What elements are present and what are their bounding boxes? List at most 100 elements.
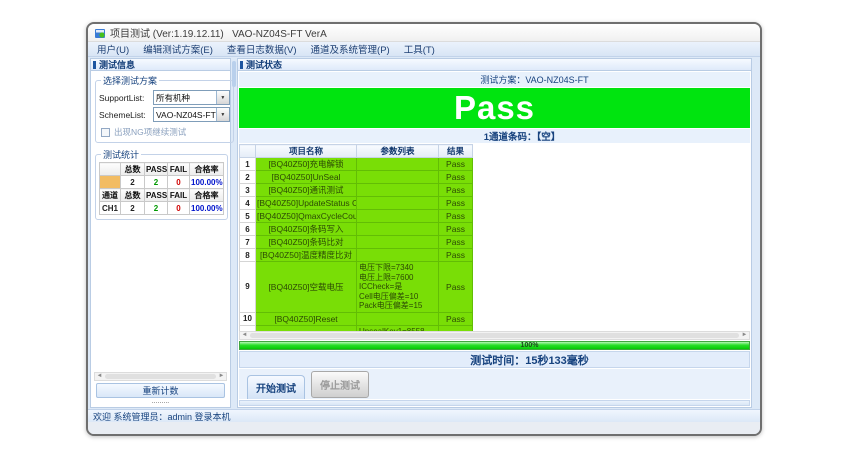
item-result: Pass [439, 262, 473, 313]
splitter-handle-icon[interactable] [232, 61, 236, 87]
item-params [357, 312, 439, 325]
item-name: [BQ40Z50]条码比对 [256, 236, 357, 249]
menu-item-3[interactable]: 通道及系统管理(P) [304, 42, 397, 56]
channel-name: CH1 [100, 202, 121, 215]
item-name: [BQ40Z50]UnSeal [256, 171, 357, 184]
item-result: Pass [439, 171, 473, 184]
app-icon [94, 27, 106, 39]
scheme-name-line: 测试方案：VAO-NZ04S-FT [239, 72, 750, 87]
table-row[interactable]: 7[BQ40Z50]条码比对 Pass [240, 236, 473, 249]
recount-dots: ......... [94, 398, 227, 406]
table-row[interactable]: 2[BQ40Z50]UnSealPass [240, 171, 473, 184]
scheme-group-title: 选择测试方案 [101, 74, 159, 87]
schemelist-value: VAO-NZ04S-FT [154, 110, 216, 120]
table-row[interactable]: 10[BQ40Z50]ResetPass [240, 312, 473, 325]
left-panel-filler [94, 224, 227, 372]
test-items-table: 项目名称 参数列表 结果 1[BQ40Z50]充电解锁Pass2[BQ40Z50… [239, 144, 473, 331]
channel-total: 2 [121, 202, 145, 215]
row-number: 7 [240, 236, 256, 249]
item-params [357, 171, 439, 184]
table-horizontal-scrollbar[interactable]: ◄ ► [239, 331, 750, 340]
chevron-down-icon[interactable]: ▼ [216, 108, 229, 121]
item-result: Pass [439, 249, 473, 262]
start-test-button[interactable]: 开始测试 [247, 375, 305, 399]
item-params [357, 223, 439, 236]
channel-fail: 0 [168, 202, 190, 215]
table-row[interactable]: 6[BQ40Z50]条码写入Pass [240, 223, 473, 236]
item-name: [BQ40Z50]Reset [256, 312, 357, 325]
scrollbar-thumb[interactable] [250, 333, 739, 338]
menu-item-2[interactable]: 查看日志数据(V) [220, 42, 304, 56]
table-row[interactable]: 3[BQ40Z50]通讯测试Pass [240, 184, 473, 197]
item-params [357, 210, 439, 223]
progress-bar: 100% [239, 341, 750, 350]
chevron-down-icon[interactable]: ▼ [216, 91, 229, 104]
test-info-panel: 测试信息 选择测试方案 SupportList: 所有机种 ▼ SchemeLi… [90, 58, 231, 408]
table-row[interactable]: 4[BQ40Z50]UpdateStatus CheckPass [240, 197, 473, 210]
scroll-left-icon[interactable]: ◄ [240, 332, 249, 339]
supportlist-combobox[interactable]: 所有机种 ▼ [153, 90, 230, 105]
app-window: 项目测试 (Ver:1.19.12.11) VAO-NZ04S-FT VerA … [86, 22, 762, 436]
menu-item-0[interactable]: 用户(U) [90, 42, 136, 56]
item-result: Pass [439, 210, 473, 223]
channel-pass: 2 [145, 202, 168, 215]
row-number: 1 [240, 158, 256, 171]
row-number: 3 [240, 184, 256, 197]
table-row[interactable]: 1[BQ40Z50]充电解锁Pass [240, 158, 473, 171]
scroll-left-icon[interactable]: ◄ [95, 373, 104, 380]
summary-color-cell [100, 176, 121, 189]
item-result: Pass [439, 184, 473, 197]
summary-fail: 0 [168, 176, 190, 189]
panel-header-test-info: 测试信息 [90, 58, 231, 71]
menu-item-4[interactable]: 工具(T) [397, 42, 442, 56]
scroll-right-icon[interactable]: ► [217, 373, 226, 380]
table-row[interactable]: 9[BQ40Z50]空载电压电压下限=7340 电压上限=7600 ICChec… [240, 262, 473, 313]
item-params: 电压下限=7340 电压上限=7600 ICCheck=是 Cell电压偏差=1… [357, 262, 439, 313]
table-row[interactable]: 8[BQ40Z50]温度精度比对 Pass [240, 249, 473, 262]
schemelist-combobox[interactable]: VAO-NZ04S-FT ▼ [153, 107, 230, 122]
scrollbar-thumb[interactable] [105, 374, 216, 379]
recount-button[interactable]: 重新计数 [96, 383, 225, 398]
panel-accent-icon [93, 61, 96, 69]
item-name: [BQ40Z50]UpdateStatus Check [256, 197, 357, 210]
title-bar[interactable]: 项目测试 (Ver:1.19.12.11) VAO-NZ04S-FT VerA [88, 24, 760, 42]
stats-table: 总数 PASS FAIL 合格率 2 2 0 100.00% [99, 162, 224, 215]
panel-header-label: 测试状态 [246, 58, 282, 71]
stop-test-button[interactable]: 停止测试 [311, 371, 369, 398]
stats-channel-header-row: 通道 总数 PASS FAIL 合格率 温度 [100, 189, 224, 202]
stats-header-total: 总数 [121, 189, 145, 202]
result-banner: Pass [239, 88, 750, 128]
stats-summary-row: 2 2 0 100.00% [100, 176, 224, 189]
stats-group: 测试统计 总数 PASS FAIL 合格率 [95, 148, 228, 220]
stats-header-total: 总数 [121, 163, 145, 176]
test-items-area: 项目名称 参数列表 结果 1[BQ40Z50]充电解锁Pass2[BQ40Z50… [239, 144, 750, 331]
item-result: Pass [439, 223, 473, 236]
test-buttons-row: 开始测试 停止测试 [239, 369, 750, 399]
stats-channel-row: CH1 2 2 0 100.00% [100, 202, 224, 215]
left-horizontal-scrollbar[interactable]: ◄ ► [94, 372, 227, 381]
stats-header-rate: 合格率 [190, 163, 224, 176]
item-params [357, 184, 439, 197]
table-row[interactable]: 5[BQ40Z50]QmaxCycleCount比对Pass [240, 210, 473, 223]
item-params [357, 249, 439, 262]
menu-item-1[interactable]: 编辑测试方案(E) [136, 42, 220, 56]
item-result: Pass [439, 158, 473, 171]
status-bar: 欢迎 系统管理员：admin 登录本机 [88, 409, 760, 422]
channel-rate: 100.00% [190, 202, 224, 215]
row-number: 8 [240, 249, 256, 262]
test-items-header-row: 项目名称 参数列表 结果 [240, 145, 473, 158]
stats-header-pass: PASS [145, 189, 168, 202]
summary-total: 2 [121, 176, 145, 189]
test-items-body: 1[BQ40Z50]充电解锁Pass2[BQ40Z50]UnSealPass3[… [240, 158, 473, 332]
item-result: Pass [439, 236, 473, 249]
stats-header-rate: 合格率 [190, 189, 224, 202]
item-params [357, 236, 439, 249]
item-name: [BQ40Z50]温度精度比对 [256, 249, 357, 262]
stats-group-title: 测试统计 [101, 148, 141, 161]
window-title: 项目测试 (Ver:1.19.12.11) VAO-NZ04S-FT VerA [110, 25, 327, 40]
panel-header-test-status: 测试状态 [237, 58, 752, 71]
barcode-line: 1通道条码：【空】 [239, 129, 750, 143]
ng-continue-checkbox[interactable] [101, 128, 110, 137]
scroll-right-icon[interactable]: ► [740, 332, 749, 339]
panel-header-label: 测试信息 [99, 58, 135, 71]
